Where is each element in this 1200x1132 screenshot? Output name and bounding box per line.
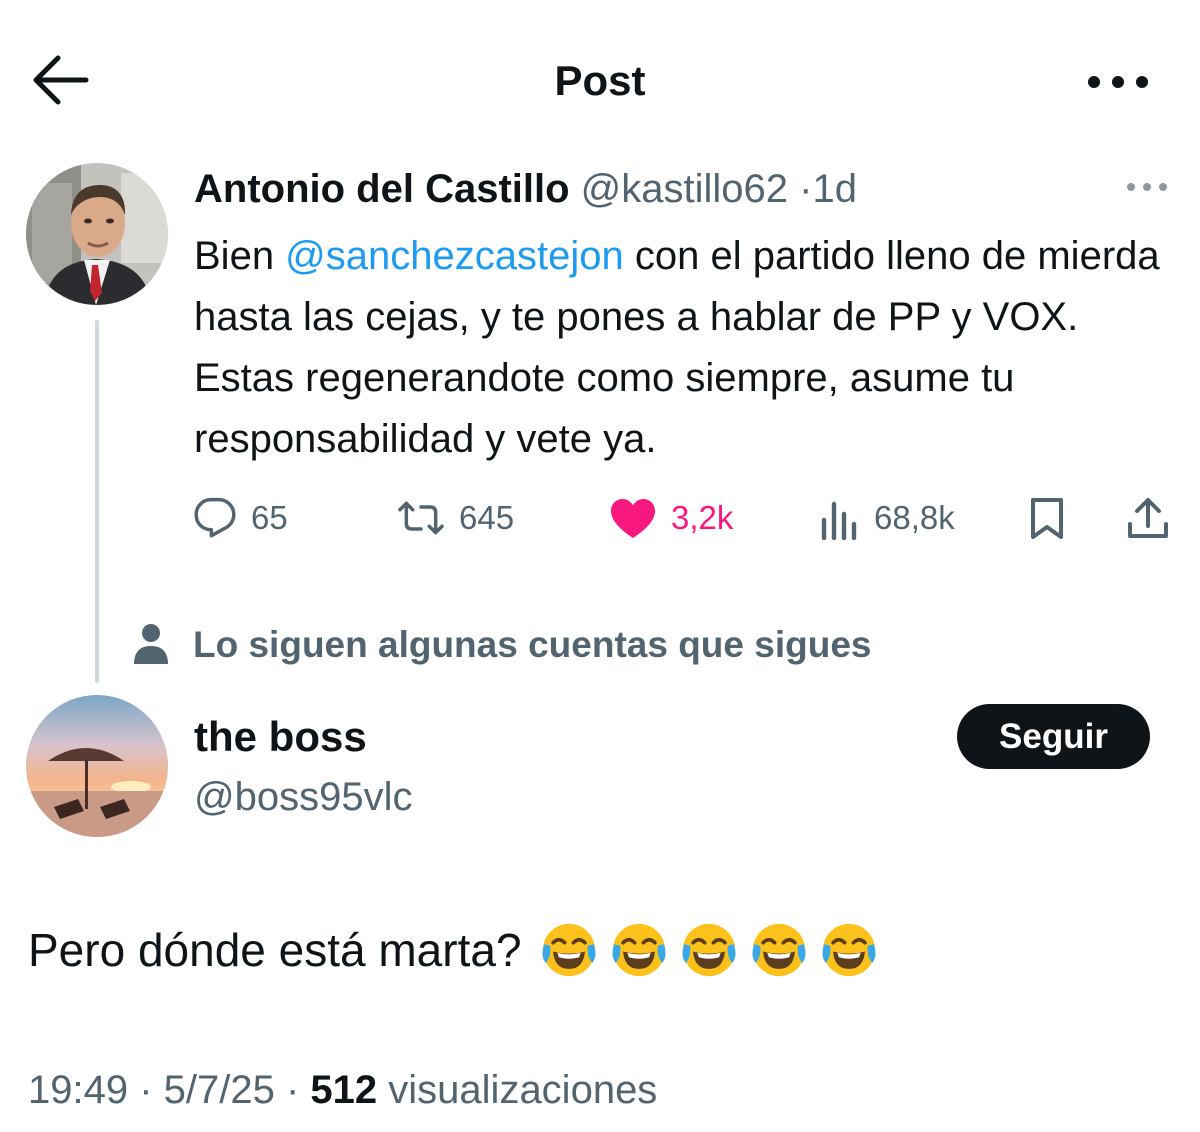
- social-context-text: Lo siguen algunas cuentas que sigues: [193, 624, 872, 665]
- meta-separator: ·: [128, 1068, 164, 1112]
- face-with-tears-of-joy-icon: [682, 923, 736, 977]
- more-options-button[interactable]: [1080, 60, 1156, 104]
- parent-tweet-more-button[interactable]: [1124, 176, 1170, 198]
- like-count: 3,2k: [671, 499, 734, 536]
- parent-tweet-text-start: Bien: [194, 234, 286, 278]
- reply-author-name[interactable]: the boss: [194, 710, 367, 764]
- repost-button[interactable]: 645: [397, 496, 514, 540]
- repost-count: 645: [459, 499, 515, 536]
- page-title: Post: [554, 57, 646, 104]
- share-button[interactable]: [1126, 496, 1170, 540]
- parent-author-avatar[interactable]: [26, 163, 168, 305]
- post-time[interactable]: 19:49: [28, 1068, 128, 1112]
- bookmark-icon: [1031, 498, 1063, 539]
- face-with-tears-of-joy-icon: [612, 923, 666, 977]
- more-horizontal-icon: [1088, 76, 1148, 88]
- views-label: visualizaciones: [377, 1068, 658, 1112]
- bar-chart-icon: [821, 501, 857, 540]
- more-horizontal-icon: [1127, 183, 1167, 191]
- follow-button[interactable]: Seguir: [957, 704, 1150, 769]
- parent-tweet-time[interactable]: 1d: [813, 167, 858, 211]
- repost-icon: [398, 501, 444, 535]
- parent-tweet-text: Bien @sanchezcastejon con el partido lle…: [194, 226, 1174, 470]
- parent-author-name[interactable]: Antonio del Castillo: [194, 167, 570, 211]
- reply-count: 65: [251, 499, 288, 536]
- post-date[interactable]: 5/7/25: [164, 1068, 275, 1112]
- reply-author-handle[interactable]: @boss95vlc: [194, 771, 412, 823]
- views-count: 68,8k: [874, 499, 955, 536]
- face-with-tears-of-joy-icon: [542, 923, 596, 977]
- bookmark-button[interactable]: [1027, 496, 1067, 540]
- reply-button[interactable]: 65: [193, 496, 288, 540]
- face-with-tears-of-joy-icon: [752, 923, 806, 977]
- reply-text: Pero dónde está marta?: [28, 920, 878, 980]
- face-with-tears-of-joy-icon: [822, 923, 876, 977]
- post-meta: 19:49 · 5/7/25 · 512 visualizaciones: [28, 1064, 657, 1116]
- reply-author-avatar[interactable]: [26, 695, 168, 837]
- meta-separator: ·: [274, 1068, 311, 1112]
- reply-text-content: Pero dónde está marta?: [28, 924, 522, 976]
- thread-connector-line: [95, 320, 99, 683]
- heart-filled-icon: [611, 499, 655, 538]
- parent-tweet-header: Antonio del Castillo @kastillo62 ·1d: [194, 166, 857, 212]
- like-button[interactable]: 3,2k: [609, 496, 733, 540]
- person-icon: [132, 623, 170, 665]
- separator-dot: ·: [799, 167, 813, 211]
- views-total-count[interactable]: 512: [310, 1068, 377, 1112]
- mention-link[interactable]: @sanchezcastejon: [285, 234, 624, 278]
- share-icon: [1128, 498, 1168, 538]
- views-button[interactable]: 68,8k: [820, 496, 955, 540]
- reply-icon: [194, 497, 236, 538]
- parent-author-handle[interactable]: @kastillo62: [581, 167, 788, 211]
